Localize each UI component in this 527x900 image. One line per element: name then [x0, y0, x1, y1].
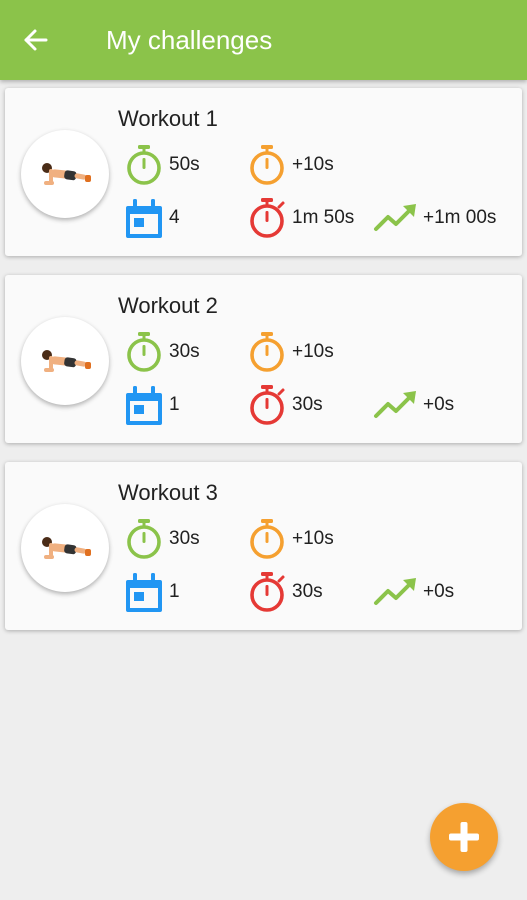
plus-icon — [449, 822, 479, 852]
increment-value: +10s — [292, 154, 334, 175]
current-stat: 30s — [246, 571, 323, 613]
stopwatch-green-icon — [123, 144, 165, 186]
stopwatch-red-icon — [246, 197, 288, 239]
increment-stat: +10s — [246, 331, 334, 373]
stopwatch-red-icon — [246, 384, 288, 426]
progress-stat: +1m 00s — [373, 197, 496, 239]
current-stat: 1m 50s — [246, 197, 354, 239]
duration-stat: 30s — [123, 518, 200, 560]
progress-stat: +0s — [373, 384, 454, 426]
calendar-icon — [123, 197, 165, 239]
workout-name: Workout 3 — [118, 480, 218, 505]
duration-value: 30s — [169, 528, 200, 549]
stopwatch-green-icon — [123, 331, 165, 373]
add-challenge-button[interactable] — [430, 803, 498, 871]
trending-up-icon — [373, 571, 419, 613]
increment-value: +10s — [292, 341, 334, 362]
days-value: 1 — [169, 581, 180, 602]
workout-card[interactable]: Workout 3 30s +10s 1 30s +0s — [5, 462, 522, 630]
current-value: 30s — [292, 581, 323, 602]
increment-stat: +10s — [246, 144, 334, 186]
workout-name: Workout 2 — [118, 293, 218, 318]
stopwatch-orange-icon — [246, 331, 288, 373]
trending-up-icon — [373, 384, 419, 426]
days-stat: 1 — [123, 571, 180, 613]
app-bar: My challenges — [0, 0, 527, 80]
workout-avatar — [21, 504, 109, 592]
stopwatch-orange-icon — [246, 518, 288, 560]
days-stat: 4 — [123, 197, 180, 239]
plank-exercise-icon — [35, 341, 95, 381]
workout-card[interactable]: Workout 1 50s +10s 4 1m 50s +1m 00s — [5, 88, 522, 256]
arrow-left-icon — [24, 29, 48, 51]
workout-avatar — [21, 317, 109, 405]
stopwatch-orange-icon — [246, 144, 288, 186]
trending-up-icon — [373, 197, 419, 239]
workout-avatar — [21, 130, 109, 218]
days-value: 4 — [169, 207, 180, 228]
current-value: 30s — [292, 394, 323, 415]
duration-value: 30s — [169, 341, 200, 362]
duration-value: 50s — [169, 154, 200, 175]
current-stat: 30s — [246, 384, 323, 426]
duration-stat: 50s — [123, 144, 200, 186]
progress-stat: +0s — [373, 571, 454, 613]
increment-value: +10s — [292, 528, 334, 549]
workout-name: Workout 1 — [118, 106, 218, 131]
stopwatch-red-icon — [246, 571, 288, 613]
progress-value: +0s — [423, 581, 455, 602]
calendar-icon — [123, 384, 165, 426]
page-title: My challenges — [106, 25, 273, 55]
plank-exercise-icon — [35, 528, 95, 568]
current-value: 1m 50s — [292, 207, 355, 228]
calendar-icon — [123, 571, 165, 613]
progress-value: +1m 00s — [423, 207, 497, 228]
duration-stat: 30s — [123, 331, 200, 373]
stopwatch-green-icon — [123, 518, 165, 560]
back-button[interactable] — [20, 24, 52, 56]
days-value: 1 — [169, 394, 180, 415]
progress-value: +0s — [423, 394, 455, 415]
workout-card[interactable]: Workout 2 30s +10s 1 30s +0s — [5, 275, 522, 443]
days-stat: 1 — [123, 384, 180, 426]
plank-exercise-icon — [35, 154, 95, 194]
increment-stat: +10s — [246, 518, 334, 560]
